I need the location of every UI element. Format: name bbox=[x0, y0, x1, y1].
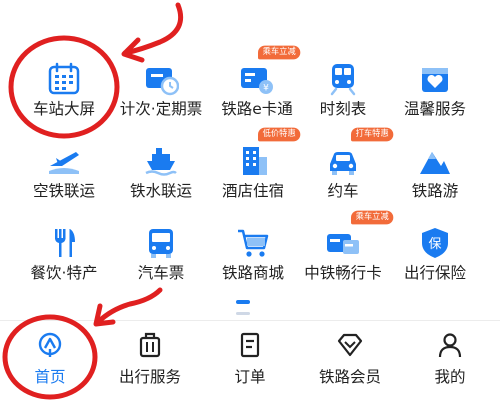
grid-item-travel-insurance[interactable]: 保 出行保险 bbox=[385, 212, 485, 290]
grid-item-hotel[interactable]: 酒店住宿 bbox=[203, 130, 303, 208]
grid-item-air-rail[interactable]: 空铁联运 bbox=[14, 130, 114, 208]
grid-item-label: 空铁联运 bbox=[32, 182, 95, 200]
shield-insurance-icon: 保 bbox=[422, 228, 448, 258]
tab-travel-services[interactable]: 出行服务 bbox=[100, 321, 200, 404]
grid-item-label: 计次·定期票 bbox=[119, 100, 203, 118]
shield-insurance-text: 保 bbox=[428, 237, 441, 252]
ship-icon bbox=[145, 148, 177, 176]
grid-item-periodic-ticket[interactable]: 计次·定期票 bbox=[111, 48, 211, 126]
grid-item-food-specialty[interactable]: 餐饮·特产 bbox=[14, 212, 114, 290]
train-icon bbox=[330, 64, 356, 96]
grid-item-label: 中铁畅行卡 bbox=[304, 264, 382, 282]
page-indicator-active bbox=[236, 300, 250, 304]
grid-item-label: 铁路商城 bbox=[221, 264, 284, 282]
grid-item-rail-water[interactable]: 铁水联运 bbox=[111, 130, 211, 208]
mountain-icon bbox=[420, 152, 450, 174]
grid-item-label: 餐饮·特产 bbox=[30, 264, 98, 282]
grid-item-label: 汽车票 bbox=[137, 264, 185, 282]
order-icon bbox=[240, 332, 260, 358]
hotel-icon bbox=[243, 147, 267, 175]
grid-item-label: 时刻表 bbox=[319, 100, 367, 118]
tab-rail-membership[interactable]: 铁路会员 bbox=[300, 321, 400, 404]
grid-item-label: 铁水联运 bbox=[129, 182, 192, 200]
grid-item-timetable[interactable]: 时刻表 bbox=[293, 48, 393, 126]
grid-item-label: 铁路e卡通 bbox=[221, 100, 293, 118]
grid-item-label: 约车 bbox=[327, 182, 359, 200]
tab-home[interactable]: 首页 bbox=[0, 321, 100, 404]
diamond-icon bbox=[337, 333, 363, 357]
tab-label: 出行服务 bbox=[118, 368, 181, 386]
grid-item-label: 酒店住宿 bbox=[221, 182, 284, 200]
tab-orders[interactable]: 订单 bbox=[200, 321, 300, 404]
shopping-cart-icon bbox=[238, 229, 269, 257]
tab-mine[interactable]: 我的 bbox=[400, 321, 500, 404]
grid-item-label: 出行保险 bbox=[403, 264, 466, 282]
cards-icon bbox=[327, 234, 359, 254]
heart-box-icon bbox=[422, 68, 448, 92]
grid-item-bus-ticket[interactable]: 汽车票 bbox=[111, 212, 211, 290]
bus-icon bbox=[149, 229, 173, 258]
grid-item-label: 铁路游 bbox=[411, 182, 459, 200]
grid-item-label: 温馨服务 bbox=[403, 100, 466, 118]
grid-item-rail-travel[interactable]: 铁路游 bbox=[385, 130, 485, 208]
grid-item-label: 车站大屏 bbox=[32, 100, 95, 118]
page-indicator bbox=[236, 312, 250, 315]
calendar-icon bbox=[48, 62, 80, 95]
bottom-tab-bar: 首页 出行服务 订单 铁路会员 我的 bbox=[0, 320, 500, 404]
user-icon bbox=[438, 333, 462, 358]
tab-label: 订单 bbox=[234, 368, 266, 386]
home-icon bbox=[38, 332, 62, 357]
tab-label: 铁路会员 bbox=[318, 368, 381, 386]
tab-label: 首页 bbox=[34, 368, 66, 386]
suitcase-icon bbox=[139, 332, 161, 358]
plane-train-icon bbox=[49, 152, 79, 174]
service-grid: 车站大屏 计次·定期票 ¥ 铁路e卡通 乘车立减 时刻表 温馨服务 空铁联运 铁… bbox=[0, 0, 500, 300]
fork-knife-icon bbox=[55, 229, 75, 257]
e-card-icon: ¥ bbox=[241, 68, 273, 94]
car-icon bbox=[330, 152, 356, 175]
grid-item-care-service[interactable]: 温馨服务 bbox=[385, 48, 485, 126]
grid-item-ride-hailing[interactable]: 约车 bbox=[293, 130, 393, 208]
ticket-clock-icon bbox=[146, 68, 179, 96]
grid-item-rail-mall[interactable]: 铁路商城 bbox=[203, 212, 303, 290]
tab-label: 我的 bbox=[434, 368, 466, 386]
grid-item-station-screen[interactable]: 车站大屏 bbox=[14, 48, 114, 126]
svg-text:¥: ¥ bbox=[263, 84, 269, 94]
grid-item-e-card[interactable]: ¥ 铁路e卡通 bbox=[207, 48, 307, 126]
